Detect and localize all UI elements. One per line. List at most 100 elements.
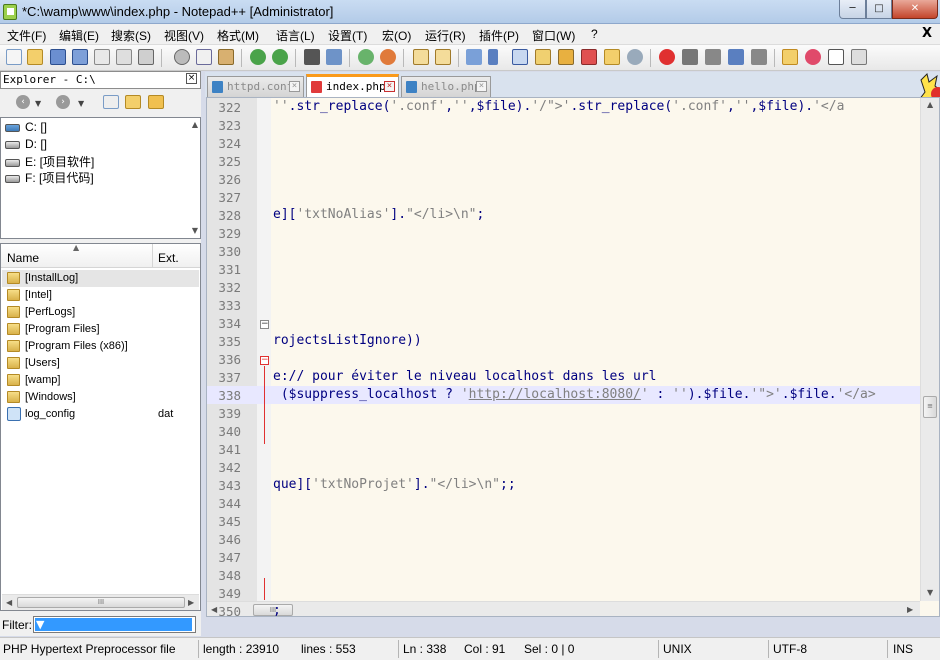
scroll-up-icon[interactable]: ▲ <box>192 120 198 129</box>
editor-vscrollbar[interactable]: ▲ ≡ ▼ <box>920 98 939 601</box>
tab-httpd-conf[interactable]: httpd.conf × <box>207 76 304 97</box>
menu-file[interactable]: 文件(F) <box>7 27 46 44</box>
menu-search[interactable]: 搜索(S) <box>111 27 151 44</box>
menu-macro[interactable]: 宏(O) <box>382 27 411 44</box>
menu-plugins[interactable]: 插件(P) <box>479 27 519 44</box>
cut-icon[interactable] <box>174 49 190 65</box>
save-all-icon[interactable] <box>72 49 88 65</box>
forward-icon[interactable]: › <box>56 95 70 109</box>
console-icon[interactable] <box>828 49 844 65</box>
close-document-button[interactable]: X <box>922 26 932 41</box>
back-dropdown-icon[interactable]: ▼ <box>35 99 41 108</box>
close-icon[interactable] <box>94 49 110 65</box>
close-all-icon[interactable] <box>116 49 132 65</box>
indent-guide-icon[interactable] <box>512 49 528 65</box>
menu-format[interactable]: 格式(M) <box>217 27 259 44</box>
menu-view[interactable]: 视图(V) <box>164 27 204 44</box>
list-item[interactable]: [Users] <box>2 355 199 372</box>
list-item[interactable]: [InstallLog] <box>2 270 199 287</box>
save-icon[interactable] <box>50 49 66 65</box>
menu-window[interactable]: 窗口(W) <box>532 27 575 44</box>
scroll-right-icon[interactable]: ▶ <box>907 605 913 614</box>
tab-index-php[interactable]: index.php × <box>306 74 399 97</box>
forward-dropdown-icon[interactable]: ▼ <box>78 99 84 108</box>
fold-icon[interactable]: − <box>260 356 269 365</box>
list-item[interactable]: log_config dat <box>2 406 199 423</box>
scroll-down-icon[interactable]: ▼ <box>927 588 933 597</box>
scroll-down-icon[interactable]: ▼ <box>192 226 198 235</box>
scroll-thumb[interactable]: III <box>17 597 185 608</box>
minimize-button[interactable]: ─ <box>839 0 866 19</box>
sync-v-icon[interactable] <box>413 49 429 65</box>
code-editor[interactable]: − − ▲ ≡ ▼ ◀ III ▶ 322 ''.str_replace('.co… <box>206 97 940 617</box>
scroll-left-icon[interactable]: ◀ <box>6 598 12 607</box>
find-icon[interactable] <box>304 49 320 65</box>
code-line[interactable]: e]['txtNoAlias']."</li>\n"; <box>273 207 484 222</box>
new-file-icon[interactable] <box>6 49 22 65</box>
drive-d[interactable]: D: [] <box>5 137 47 153</box>
list-item[interactable]: [Program Files (x86)] <box>2 338 199 355</box>
new-folder-icon[interactable] <box>125 95 141 109</box>
chevron-down-icon[interactable]: ▼ <box>35 618 192 631</box>
function-list-icon[interactable] <box>581 49 597 65</box>
zoom-in-icon[interactable] <box>358 49 374 65</box>
scroll-up-icon[interactable]: ▲ <box>927 100 933 109</box>
sync-h-icon[interactable] <box>435 49 451 65</box>
list-item[interactable]: [wamp] <box>2 372 199 389</box>
udl-icon[interactable] <box>535 49 551 65</box>
code-line[interactable]: ; <box>273 603 281 616</box>
paste-icon[interactable] <box>218 49 234 65</box>
tab-hello-php[interactable]: hello.php × <box>401 76 491 97</box>
column-name[interactable]: Name <box>7 251 39 265</box>
new-file-icon[interactable] <box>103 95 119 109</box>
list-item[interactable]: [Program Files] <box>2 321 199 338</box>
save-macro-icon[interactable] <box>751 49 767 65</box>
list-item[interactable]: [Windows] <box>2 389 199 406</box>
column-divider[interactable] <box>152 244 153 268</box>
play-multi-icon[interactable] <box>728 49 744 65</box>
close-window-button[interactable]: ✕ <box>892 0 938 19</box>
menu-language[interactable]: 语言(L) <box>276 27 315 44</box>
explorer-close-button[interactable]: × <box>186 73 197 84</box>
doc-map-icon[interactable] <box>558 49 574 65</box>
monitor-icon[interactable] <box>627 49 643 65</box>
close-tab-icon[interactable]: × <box>384 81 395 92</box>
stop-record-icon[interactable] <box>682 49 698 65</box>
menu-settings[interactable]: 设置(T) <box>328 27 367 44</box>
folder-up-icon[interactable] <box>148 95 164 109</box>
back-icon[interactable]: ‹ <box>16 95 30 109</box>
play-macro-icon[interactable] <box>705 49 721 65</box>
code-line[interactable]: ($suppress_localhost ? 'http://localhost… <box>273 387 876 402</box>
zoom-out-icon[interactable] <box>380 49 396 65</box>
list-item[interactable]: [PerfLogs] <box>2 304 199 321</box>
close-tab-icon[interactable]: × <box>289 81 300 92</box>
redo-icon[interactable] <box>272 49 288 65</box>
code-line[interactable]: que]['txtNoProjet']."</li>\n";; <box>273 477 516 492</box>
menu-run[interactable]: 运行(R) <box>425 27 466 44</box>
code-line[interactable]: e:// pour éviter le niveau localhost dan… <box>273 369 657 384</box>
editor-hscrollbar[interactable]: ◀ III ▶ <box>207 601 920 616</box>
undo-icon[interactable] <box>250 49 266 65</box>
replace-icon[interactable] <box>326 49 342 65</box>
folder-workspace-icon[interactable] <box>604 49 620 65</box>
list-item[interactable]: [Intel] <box>2 287 199 304</box>
record-macro-icon[interactable] <box>659 49 675 65</box>
code-line[interactable]: ''.str_replace('.conf','',$file).'/">'.s… <box>273 99 844 114</box>
explorer-toggle-icon[interactable] <box>782 49 798 65</box>
maximize-button[interactable]: □ <box>866 0 892 19</box>
show-all-chars-icon[interactable] <box>488 49 498 65</box>
copy-icon[interactable] <box>196 49 212 65</box>
drive-c[interactable]: C: [] <box>5 120 47 136</box>
code-line[interactable]: rojectsListIgnore)) <box>273 333 422 348</box>
print-icon[interactable] <box>138 49 154 65</box>
file-list-hscrollbar[interactable]: ◀ III ▶ <box>2 594 199 610</box>
fold-icon[interactable]: − <box>260 320 269 329</box>
close-tab-icon[interactable]: × <box>476 81 487 92</box>
column-ext[interactable]: Ext. <box>158 251 179 265</box>
scroll-right-icon[interactable]: ▶ <box>188 598 194 607</box>
menu-edit[interactable]: 编辑(E) <box>59 27 99 44</box>
drive-e[interactable]: E: [项目软件] <box>5 153 94 169</box>
filter-combobox[interactable]: *.* ▼ <box>33 616 196 633</box>
spell-check-icon[interactable] <box>851 49 867 65</box>
favorites-icon[interactable] <box>805 49 821 65</box>
